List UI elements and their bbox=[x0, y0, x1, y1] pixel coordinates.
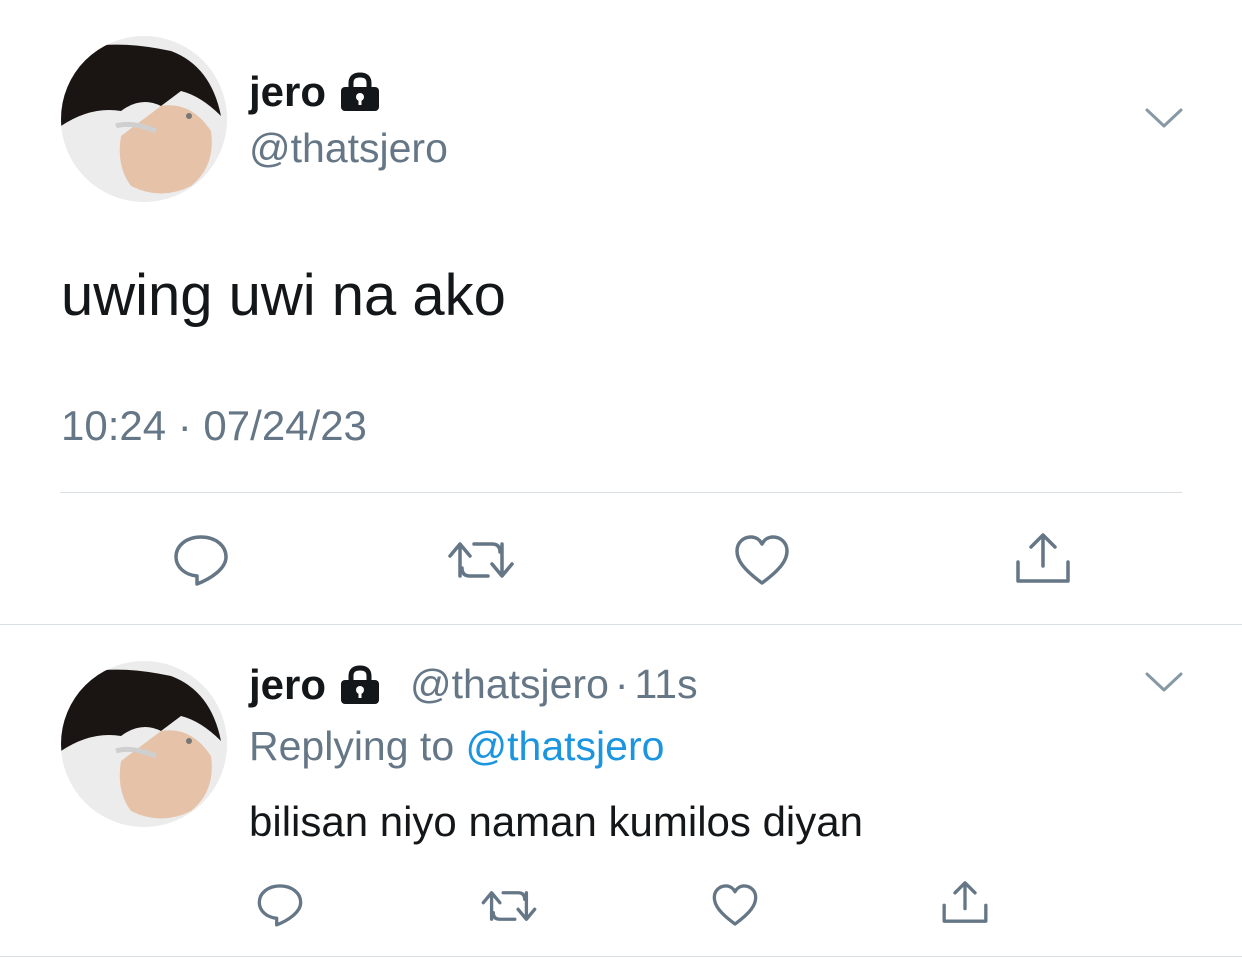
retweet-icon[interactable] bbox=[480, 886, 538, 926]
avatar[interactable] bbox=[61, 661, 227, 827]
reply-icon[interactable] bbox=[172, 533, 230, 587]
display-name[interactable]: jero bbox=[249, 664, 382, 706]
lock-icon bbox=[338, 665, 382, 705]
replying-prefix: Replying to bbox=[249, 723, 455, 769]
divider bbox=[0, 624, 1242, 625]
like-icon[interactable] bbox=[733, 533, 791, 587]
time-ago[interactable]: 11s bbox=[635, 661, 698, 707]
separator: · bbox=[614, 661, 629, 707]
chevron-down-icon[interactable] bbox=[1144, 106, 1184, 130]
reply-meta: @thatsjero · 11s bbox=[410, 664, 698, 705]
chevron-down-icon[interactable] bbox=[1144, 670, 1184, 694]
handle[interactable]: @thatsjero bbox=[249, 128, 448, 169]
divider bbox=[0, 956, 1242, 957]
share-icon[interactable] bbox=[1013, 530, 1073, 586]
tweet-text: uwing uwi na ako bbox=[61, 263, 506, 328]
reply-text: bilisan niyo naman kumilos diyan bbox=[249, 798, 863, 845]
handle[interactable]: @thatsjero bbox=[410, 661, 609, 707]
reply-icon[interactable] bbox=[256, 882, 304, 928]
replying-mention[interactable]: @thatsjero bbox=[466, 723, 665, 769]
display-name-text[interactable]: jero bbox=[249, 71, 326, 113]
like-icon[interactable] bbox=[711, 882, 759, 928]
display-name[interactable]: jero bbox=[249, 71, 382, 113]
lock-icon bbox=[338, 72, 382, 112]
replying-to: Replying to @thatsjero bbox=[249, 726, 664, 767]
timestamp[interactable]: 10:24 · 07/24/23 bbox=[61, 405, 367, 447]
divider bbox=[60, 492, 1182, 493]
avatar[interactable] bbox=[61, 36, 227, 202]
tweet-detail-page: jero @thatsjero uwing uwi na ako 10:24 ·… bbox=[0, 0, 1242, 958]
display-name-text[interactable]: jero bbox=[249, 664, 326, 706]
share-icon[interactable] bbox=[940, 878, 990, 926]
retweet-icon[interactable] bbox=[446, 536, 516, 584]
